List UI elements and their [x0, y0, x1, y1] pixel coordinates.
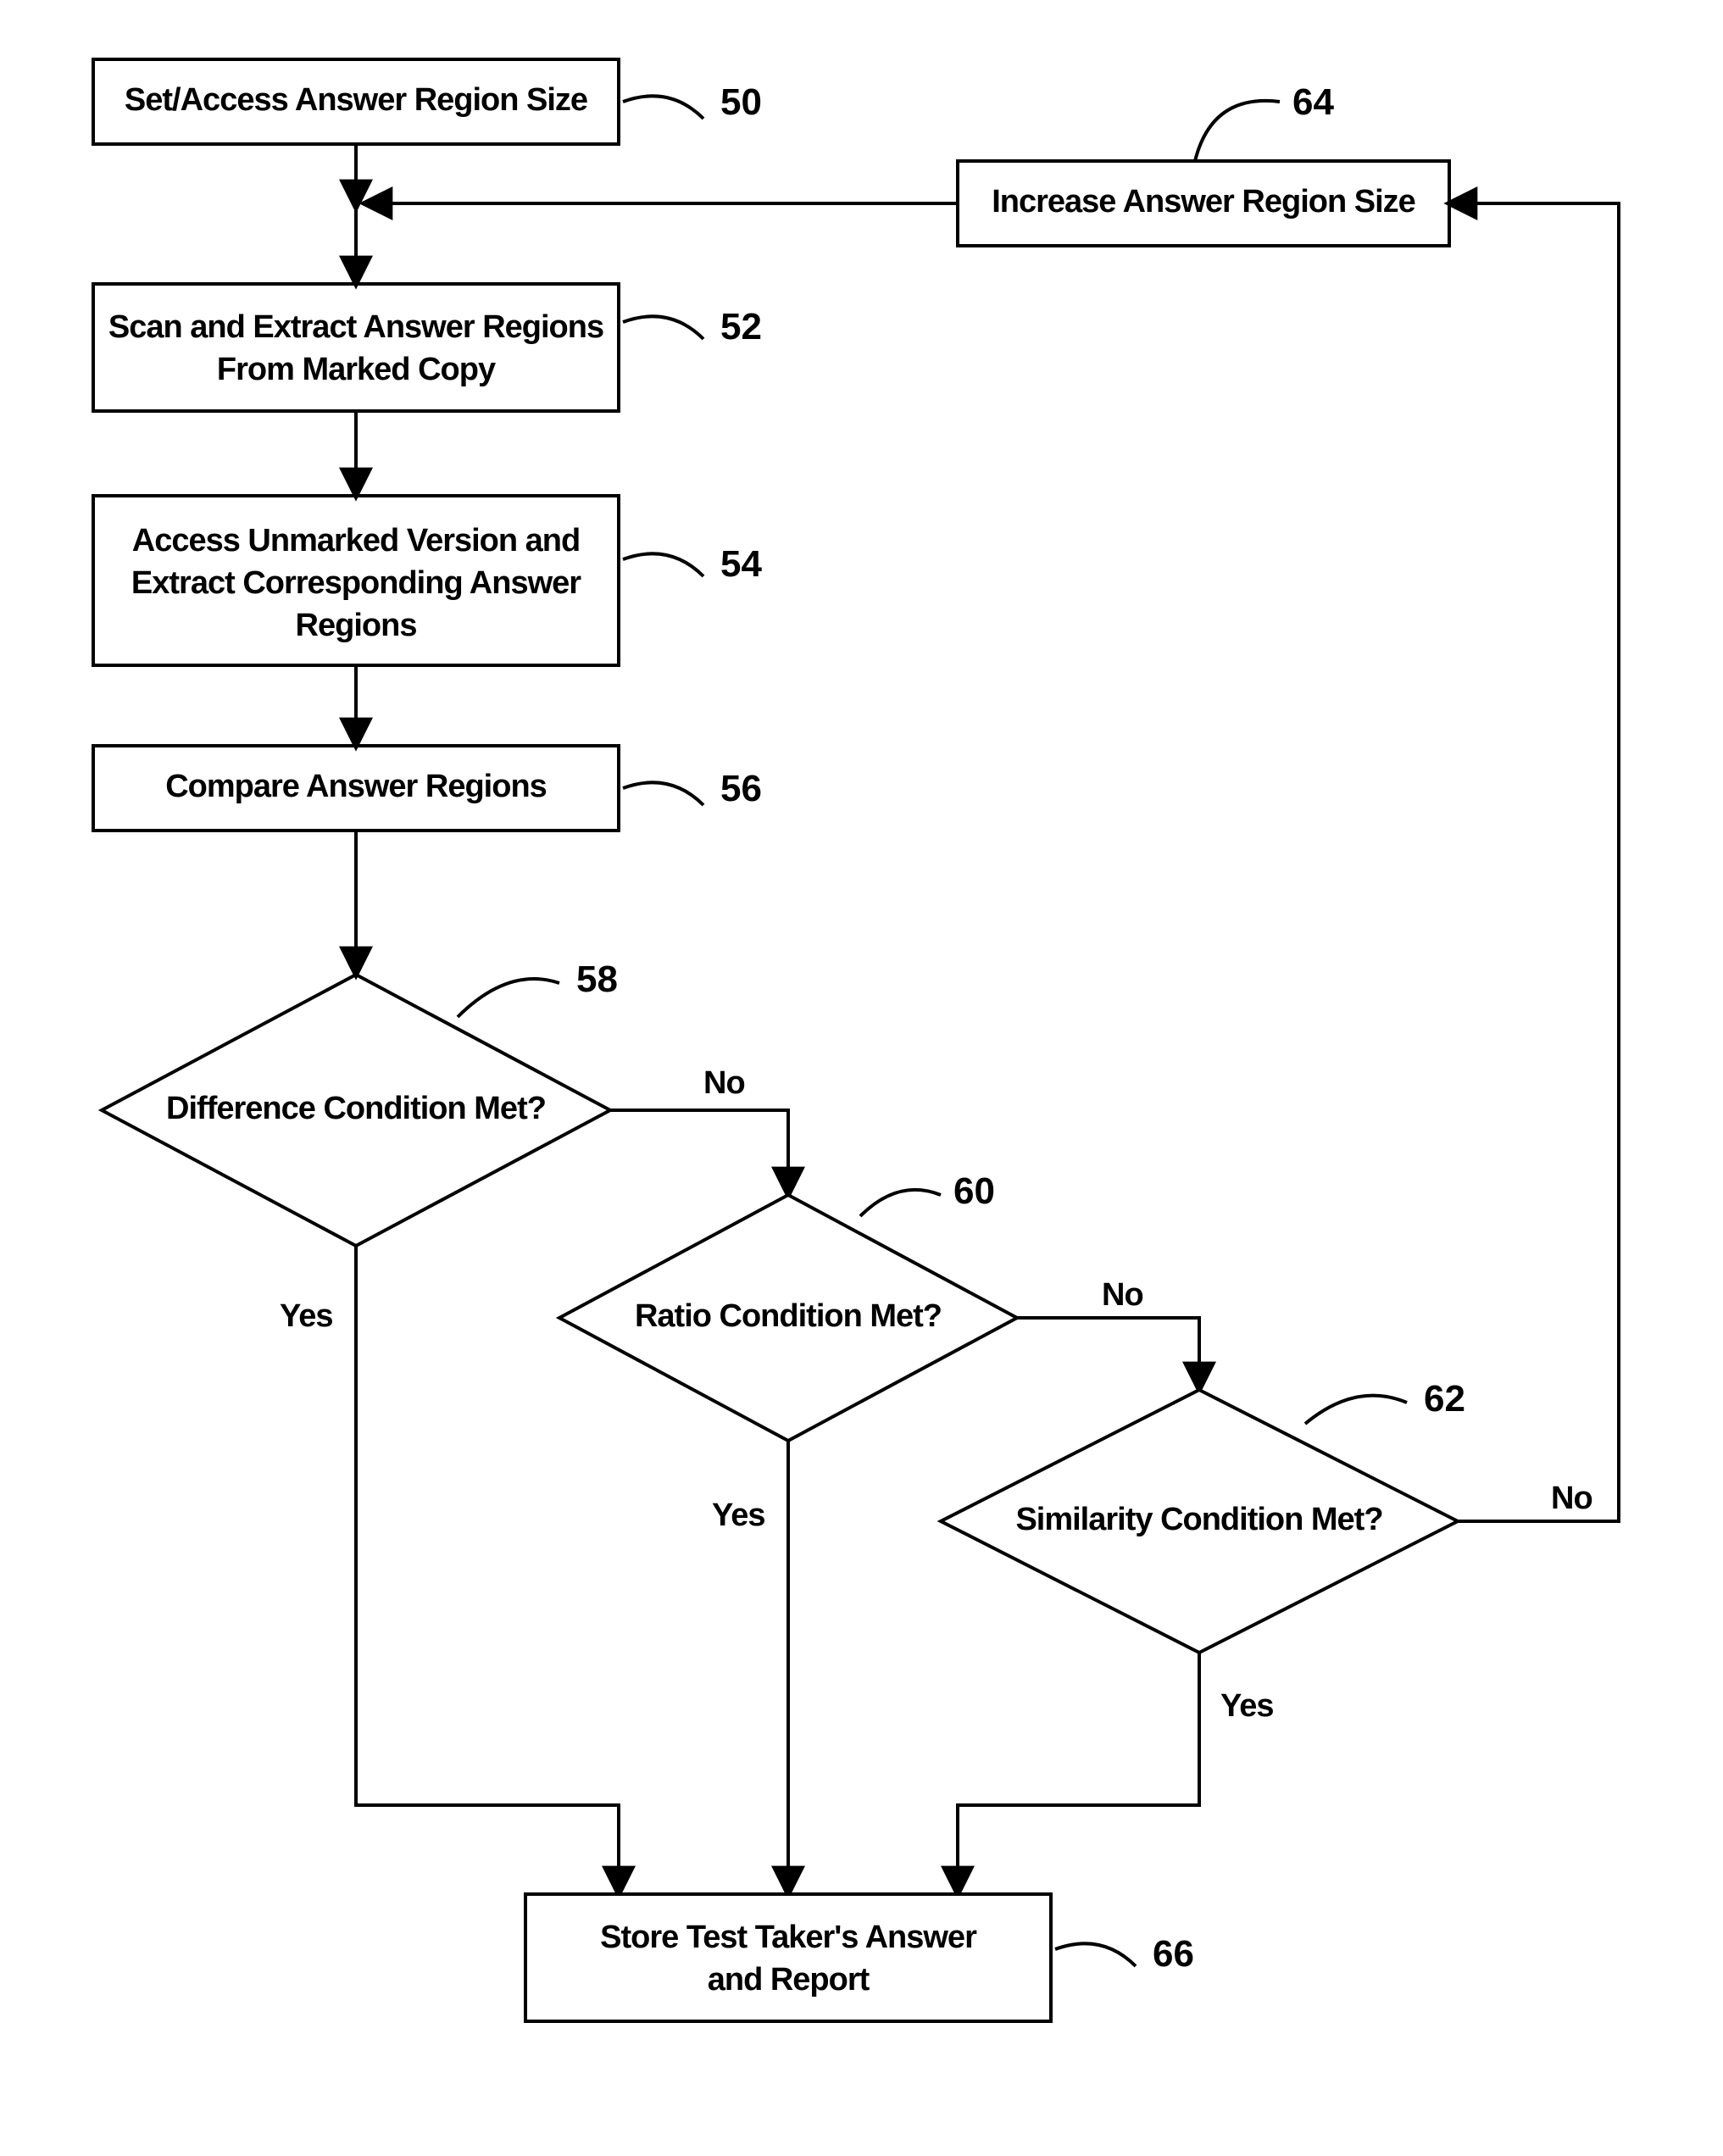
- node-66: Store Test Taker's Answer and Report 66: [525, 1894, 1194, 2021]
- node-52-ref: 52: [720, 306, 762, 347]
- node-58-label: Difference Condition Met?: [166, 1091, 546, 1126]
- node-56-label: Compare Answer Regions: [165, 769, 547, 804]
- edge-60-no: No: [1102, 1277, 1143, 1313]
- node-54-label-2: Extract Corresponding Answer: [131, 565, 581, 601]
- node-60: Ratio Condition Met? 60: [559, 1170, 1017, 1441]
- node-52-label-1: Scan and Extract Answer Regions: [108, 309, 603, 345]
- node-58: Difference Condition Met? 58: [102, 959, 618, 1246]
- node-54-ref: 54: [720, 543, 762, 585]
- edge-58-yes: Yes: [280, 1298, 333, 1334]
- edge-62-yes: Yes: [1220, 1688, 1274, 1724]
- node-64-label: Increase Answer Region Size: [992, 184, 1415, 219]
- node-64: Increase Answer Region Size 64: [958, 81, 1449, 246]
- node-66-label-2: and Report: [708, 1962, 870, 1998]
- edge-58-no: No: [703, 1065, 745, 1101]
- node-66-label-1: Store Test Taker's Answer: [600, 1920, 977, 1955]
- node-54: Access Unmarked Version and Extract Corr…: [93, 496, 762, 665]
- node-66-ref: 66: [1153, 1933, 1194, 1975]
- node-60-ref: 60: [953, 1170, 995, 1212]
- node-50: Set/Access Answer Region Size 50: [93, 59, 762, 144]
- edge-62-no: No: [1551, 1481, 1592, 1516]
- node-62: Similarity Condition Met? 62: [941, 1378, 1465, 1653]
- node-52-label-2: From Marked Copy: [217, 352, 496, 387]
- node-54-label-1: Access Unmarked Version and: [132, 523, 580, 558]
- edge-60-yes: Yes: [712, 1498, 765, 1533]
- node-62-ref: 62: [1424, 1378, 1465, 1420]
- node-56: Compare Answer Regions 56: [93, 746, 762, 831]
- node-54-label-3: Regions: [296, 608, 417, 643]
- node-60-label: Ratio Condition Met?: [635, 1298, 942, 1334]
- node-62-label: Similarity Condition Met?: [1015, 1502, 1382, 1537]
- flowchart: Set/Access Answer Region Size 50 Increas…: [0, 0, 1723, 2156]
- node-50-ref: 50: [720, 81, 762, 123]
- node-64-ref: 64: [1292, 81, 1334, 123]
- node-56-ref: 56: [720, 768, 762, 809]
- node-52: Scan and Extract Answer Regions From Mar…: [93, 284, 762, 411]
- node-50-label: Set/Access Answer Region Size: [125, 82, 587, 118]
- node-58-ref: 58: [576, 959, 618, 1000]
